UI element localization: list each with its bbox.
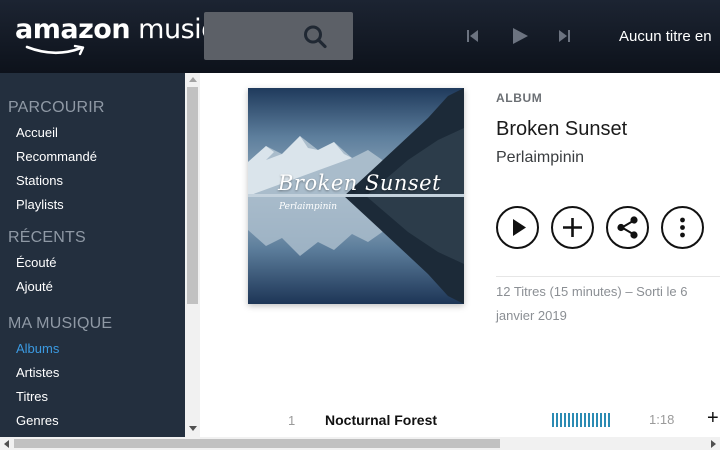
search-box[interactable] bbox=[204, 12, 353, 60]
popularity-bars bbox=[552, 413, 610, 427]
plus-icon bbox=[563, 218, 582, 237]
album-type-label: ALBUM bbox=[496, 91, 543, 105]
section-title-ma-musique: MA MUSIQUE bbox=[8, 315, 113, 332]
search-input[interactable] bbox=[210, 20, 300, 52]
sidebar: PARCOURIR Accueil Recommandé Stations Pl… bbox=[0, 73, 185, 437]
play-icon bbox=[513, 219, 526, 236]
album-cover[interactable]: Broken Sunset Perlaimpinin bbox=[248, 88, 464, 304]
sidebar-item-genres[interactable]: Genres bbox=[16, 413, 59, 428]
scrollbar-thumb[interactable] bbox=[187, 87, 198, 304]
section-title-parcourir: PARCOURIR bbox=[8, 99, 105, 116]
add-track-icon[interactable]: + bbox=[707, 408, 719, 428]
previous-track-icon[interactable] bbox=[464, 24, 480, 48]
horizontal-scrollbar-thumb[interactable] bbox=[14, 439, 500, 448]
scroll-down-arrow[interactable] bbox=[189, 426, 197, 431]
next-track-icon[interactable] bbox=[557, 24, 573, 48]
cover-artist-text: Perlaimpinin bbox=[279, 202, 338, 212]
scroll-right-arrow[interactable] bbox=[711, 440, 716, 448]
sidebar-item-titres[interactable]: Titres bbox=[16, 389, 48, 404]
sidebar-item-albums[interactable]: Albums bbox=[16, 341, 59, 356]
share-album-button[interactable] bbox=[606, 206, 649, 249]
sidebar-item-accueil[interactable]: Accueil bbox=[16, 125, 58, 140]
track-row[interactable]: 1 Nocturnal Forest 1:18 + bbox=[200, 405, 720, 435]
search-icon[interactable] bbox=[302, 24, 330, 50]
more-options-button[interactable] bbox=[661, 206, 704, 249]
album-artist-link[interactable]: Perlaimpinin bbox=[496, 149, 584, 167]
sidebar-item-stations[interactable]: Stations bbox=[16, 173, 63, 188]
now-playing-text: Aucun titre en bbox=[619, 28, 712, 45]
play-album-button[interactable] bbox=[496, 206, 539, 249]
track-title[interactable]: Nocturnal Forest bbox=[325, 412, 437, 428]
app-window: amazon music Aucun titre en PARCOURIR Ac… bbox=[0, 0, 720, 450]
cover-artwork bbox=[248, 88, 464, 304]
play-transport-icon[interactable] bbox=[509, 24, 531, 48]
album-meta: 12 Titres (15 minutes) – Sorti le 6 janv… bbox=[496, 284, 688, 323]
scroll-left-arrow[interactable] bbox=[4, 440, 9, 448]
sidebar-scrollbar[interactable] bbox=[185, 73, 200, 437]
track-number: 1 bbox=[288, 413, 296, 428]
add-album-button[interactable] bbox=[551, 206, 594, 249]
sidebar-item-ecoute[interactable]: Écouté bbox=[16, 255, 56, 270]
section-title-recents: RÉCENTS bbox=[8, 229, 86, 246]
sidebar-item-playlists[interactable]: Playlists bbox=[16, 197, 64, 212]
horizontal-scrollbar[interactable] bbox=[0, 437, 720, 450]
top-bar: amazon music Aucun titre en bbox=[0, 0, 720, 73]
sidebar-item-recommande[interactable]: Recommandé bbox=[16, 149, 97, 164]
cover-title-text: Broken Sunset bbox=[278, 171, 442, 195]
share-icon bbox=[617, 216, 638, 239]
more-vertical-icon bbox=[680, 217, 685, 238]
track-duration: 1:18 bbox=[649, 412, 675, 427]
album-title: Broken Sunset bbox=[496, 118, 628, 140]
logo-smile-icon bbox=[25, 44, 85, 56]
sidebar-item-ajoute[interactable]: Ajouté bbox=[16, 279, 53, 294]
scroll-up-arrow[interactable] bbox=[189, 77, 197, 82]
sidebar-item-artistes[interactable]: Artistes bbox=[16, 365, 59, 380]
info-divider bbox=[496, 276, 720, 277]
logo-word-amazon: amazon bbox=[15, 14, 131, 45]
amazon-music-logo[interactable]: amazon music bbox=[15, 14, 216, 56]
